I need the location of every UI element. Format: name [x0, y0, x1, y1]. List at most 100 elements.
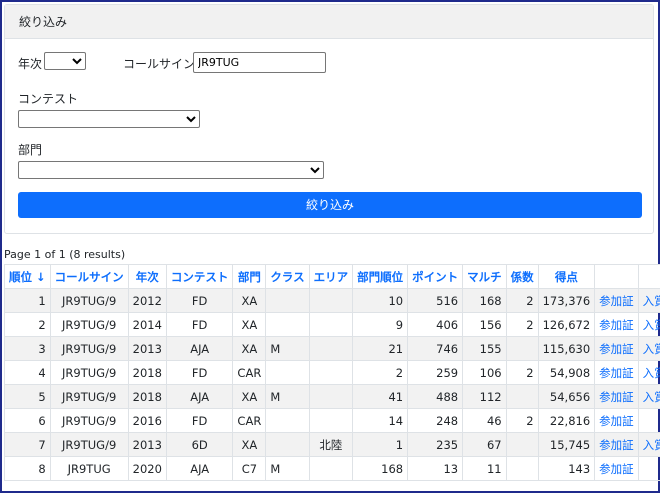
year-select[interactable]: [44, 52, 86, 70]
cell-points: 516: [407, 288, 464, 313]
cell-class: [265, 312, 310, 337]
col-coefficient[interactable]: 係数: [505, 264, 539, 289]
callsign-input[interactable]: [193, 52, 326, 73]
cell-points: 746: [407, 336, 464, 361]
certificate-link[interactable]: 参加証: [599, 342, 634, 356]
results-summary: Page 1 of 1 (8 results): [4, 248, 126, 261]
cell-category: CAR: [232, 360, 267, 385]
col-contest[interactable]: コンテスト: [165, 264, 234, 289]
cell-area: [308, 360, 354, 385]
cell-area: 北陸: [308, 432, 354, 457]
cell-class: [265, 408, 310, 433]
col-score[interactable]: 得点: [537, 264, 596, 289]
cell-year: 2012: [127, 288, 167, 313]
cell-rank: 5: [4, 384, 51, 409]
award-link[interactable]: 入賞: [643, 342, 660, 356]
category-select[interactable]: [18, 161, 324, 179]
cell-area: [308, 336, 354, 361]
cell-class: [265, 360, 310, 385]
award-link[interactable]: 入賞: [643, 438, 660, 452]
cell-category: XA: [232, 312, 267, 337]
cell-callsign: JR9TUG/9: [49, 408, 129, 433]
contest-select[interactable]: [18, 110, 200, 128]
cell-callsign: JR9TUG/9: [49, 384, 129, 409]
col-category[interactable]: 部門: [232, 264, 267, 289]
cell-certificate-link: 参加証: [594, 432, 639, 457]
award-link[interactable]: 入賞: [643, 366, 660, 380]
certificate-link[interactable]: 参加証: [599, 294, 634, 308]
cell-rank: 1: [4, 288, 51, 313]
cell-coefficient: 2: [505, 360, 539, 385]
cell-category: XA: [232, 336, 267, 361]
col-rank[interactable]: 順位 ↓: [4, 264, 51, 289]
cell-area: [308, 288, 354, 313]
certificate-link[interactable]: 参加証: [599, 462, 634, 476]
cell-contest: FD: [165, 288, 234, 313]
col-year[interactable]: 年次: [127, 264, 167, 289]
col-callsign[interactable]: コールサイン: [49, 264, 129, 289]
cell-points: 406: [407, 312, 464, 337]
cell-area: [308, 312, 354, 337]
cell-contest: AJA: [165, 456, 234, 481]
cell-contest: AJA: [165, 384, 234, 409]
cell-year: 2013: [127, 336, 167, 361]
cell-coefficient: [505, 456, 539, 481]
cell-rank: 7: [4, 432, 51, 457]
certificate-link[interactable]: 参加証: [599, 414, 634, 428]
cell-category-rank: 14: [352, 408, 409, 433]
cell-certificate-link: 参加証: [594, 360, 639, 385]
certificate-link[interactable]: 参加証: [599, 438, 634, 452]
filter-submit-button[interactable]: 絞り込み: [18, 192, 642, 218]
cell-coefficient: 2: [505, 408, 539, 433]
table-row: 4 JR9TUG/9 2018 FD CAR 2 259 106 2 54,908 参加証 入賞: [4, 360, 660, 385]
cell-points: 235: [407, 432, 464, 457]
cell-category: XA: [232, 384, 267, 409]
cell-year: 2020: [127, 456, 167, 481]
col-area[interactable]: エリア: [308, 264, 354, 289]
award-link[interactable]: 入賞: [643, 294, 660, 308]
cell-year: 2018: [127, 360, 167, 385]
cell-points: 248: [407, 408, 464, 433]
cell-award-link: 入賞: [637, 432, 660, 457]
cell-coefficient: [505, 432, 539, 457]
cell-score: 54,656: [537, 384, 596, 409]
certificate-link[interactable]: 参加証: [599, 366, 634, 380]
callsign-label: コールサイン: [123, 57, 196, 71]
col-points[interactable]: ポイント: [407, 264, 464, 289]
cell-certificate-link: 参加証: [594, 336, 639, 361]
col-category-rank[interactable]: 部門順位: [352, 264, 409, 289]
cell-award-link: 入賞: [637, 336, 660, 361]
col-class[interactable]: クラス: [265, 264, 310, 289]
cell-rank: 6: [4, 408, 51, 433]
cell-class: M: [265, 384, 310, 409]
cell-category: C7: [232, 456, 267, 481]
cell-score: 15,745: [537, 432, 596, 457]
cell-certificate-link: 参加証: [594, 312, 639, 337]
cell-rank: 8: [4, 456, 51, 481]
cell-callsign: JR9TUG/9: [49, 360, 129, 385]
cell-contest: FD: [165, 408, 234, 433]
contest-label: コンテスト: [18, 92, 79, 106]
cell-area: [308, 384, 354, 409]
col-multi[interactable]: マルチ: [462, 264, 507, 289]
cell-score: 173,376: [537, 288, 596, 313]
cell-year: 2018: [127, 384, 167, 409]
cell-rank: 2: [4, 312, 51, 337]
certificate-link[interactable]: 参加証: [599, 318, 634, 332]
filter-card-header: 絞り込み: [5, 5, 653, 39]
cell-callsign: JR9TUG: [49, 456, 129, 481]
cell-points: 259: [407, 360, 464, 385]
cell-category-rank: 41: [352, 384, 409, 409]
cell-multi: 112: [462, 384, 507, 409]
award-link[interactable]: 入賞: [643, 390, 660, 404]
cell-points: 488: [407, 384, 464, 409]
cell-score: 143: [537, 456, 596, 481]
cell-multi: 11: [462, 456, 507, 481]
cell-year: 2016: [127, 408, 167, 433]
cell-multi: 168: [462, 288, 507, 313]
table-row: 7 JR9TUG/9 2013 6D XA 北陸 1 235 67 15,745 参加証 入賞: [4, 432, 660, 457]
cell-area: [308, 408, 354, 433]
cell-category: XA: [232, 288, 267, 313]
award-link[interactable]: 入賞: [643, 318, 660, 332]
certificate-link[interactable]: 参加証: [599, 390, 634, 404]
